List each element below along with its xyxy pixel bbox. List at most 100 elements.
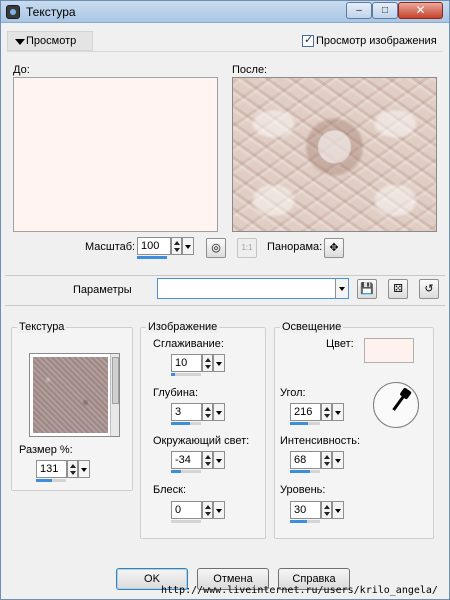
level-slider[interactable]: [290, 520, 320, 523]
angle-input[interactable]: 216: [290, 403, 321, 421]
size-slider[interactable]: [36, 479, 66, 482]
title-bar[interactable]: Текстура – □ ✕: [1, 1, 449, 23]
preview-toggle-label: Просмотр: [26, 35, 77, 47]
level-stepper[interactable]: [321, 501, 332, 519]
before-label: До:: [13, 64, 30, 76]
save-preset-button[interactable]: 💾: [357, 279, 377, 299]
preview-toggle-button[interactable]: Просмотр: [7, 31, 93, 51]
texture-swatch-scrollbar[interactable]: [110, 354, 119, 436]
ambience-slider[interactable]: [171, 470, 201, 473]
maximize-button[interactable]: □: [372, 2, 398, 19]
arrow-down-icon: [205, 365, 211, 369]
chevron-down-icon[interactable]: [335, 279, 348, 298]
shine-slider[interactable]: [171, 520, 201, 523]
shine-dropdown[interactable]: [213, 501, 225, 519]
size-input[interactable]: 131: [36, 460, 67, 478]
actual-size-button[interactable]: 1:1: [237, 238, 257, 258]
zoom-spinner[interactable]: 100: [137, 237, 197, 259]
angle-dial[interactable]: [373, 382, 419, 428]
pan-button[interactable]: ✥: [324, 238, 344, 258]
dial-needle-icon: [392, 391, 408, 411]
smoothing-input[interactable]: 10: [171, 354, 202, 372]
shine-stepper[interactable]: [202, 501, 213, 519]
shine-spinner[interactable]: 0: [171, 501, 227, 523]
depth-input[interactable]: 3: [171, 403, 202, 421]
color-label: Цвет:: [326, 338, 354, 350]
zoom-dropdown[interactable]: [182, 237, 194, 255]
angle-slider[interactable]: [290, 422, 320, 425]
size-dropdown[interactable]: [78, 460, 90, 478]
angle-dropdown[interactable]: [332, 403, 344, 421]
ambience-label: Окружающий свет:: [153, 435, 250, 447]
depth-slider-fill: [171, 422, 190, 425]
show-preview-checkbox[interactable]: [302, 33, 314, 47]
level-spinner[interactable]: 30: [290, 501, 346, 523]
smoothing-slider[interactable]: [171, 373, 201, 376]
texture-dialog: Текстура – □ ✕ Просмотр Просмотр изображ…: [0, 0, 450, 600]
ambience-stepper[interactable]: [202, 451, 213, 469]
size-slider-fill: [36, 479, 52, 482]
level-slider-fill: [290, 520, 307, 523]
window-title: Текстура: [26, 5, 76, 19]
depth-stepper[interactable]: [202, 403, 213, 421]
smoothing-label: Сглаживание:: [153, 338, 224, 350]
move-icon: ✥: [329, 242, 339, 254]
angle-spinner[interactable]: 216: [290, 403, 346, 425]
texture-swatch-picker[interactable]: [29, 353, 120, 437]
size-spinner[interactable]: 131: [36, 460, 92, 482]
smoothing-dropdown[interactable]: [213, 354, 225, 372]
intensity-stepper[interactable]: [321, 451, 332, 469]
crosshair-icon: ◎: [211, 242, 221, 254]
arrow-down-icon: [324, 462, 330, 466]
ambience-dropdown[interactable]: [213, 451, 225, 469]
randomize-button[interactable]: ⚄: [388, 279, 408, 299]
depth-slider[interactable]: [171, 422, 201, 425]
after-label: После:: [232, 64, 268, 76]
light-color-swatch[interactable]: [364, 338, 414, 363]
zoom-slider[interactable]: [137, 256, 167, 259]
close-button[interactable]: ✕: [398, 2, 443, 19]
intensity-slider[interactable]: [290, 470, 320, 473]
ambience-spinner[interactable]: -34: [171, 451, 227, 473]
arrow-up-icon: [324, 455, 330, 459]
watermark-url: http://www.liveinternet.ru/users/krilo_a…: [161, 585, 438, 596]
zoom-slider-fill: [137, 256, 167, 259]
close-icon: ✕: [415, 3, 426, 17]
arrow-down-icon: [324, 512, 330, 516]
zoom-stepper[interactable]: [171, 237, 182, 255]
depth-spinner[interactable]: 3: [171, 403, 227, 425]
depth-dropdown[interactable]: [213, 403, 225, 421]
zoom-input[interactable]: 100: [137, 237, 171, 255]
dice-icon: ⚄: [393, 283, 403, 295]
arrow-down-icon: [205, 414, 211, 418]
angle-slider-fill: [290, 422, 308, 425]
pan-label: Панорама:: [267, 241, 323, 253]
show-preview-label[interactable]: Просмотр изображения: [316, 35, 437, 47]
reset-button[interactable]: ↺: [419, 279, 439, 299]
arrow-up-icon: [205, 505, 211, 509]
shine-input[interactable]: 0: [171, 501, 202, 519]
after-preview-image[interactable]: [232, 77, 437, 232]
arrow-down-icon: [205, 462, 211, 466]
before-preview-image[interactable]: [13, 77, 218, 232]
intensity-input[interactable]: 68: [290, 451, 321, 469]
arrow-up-icon: [205, 407, 211, 411]
level-dropdown[interactable]: [332, 501, 344, 519]
minimize-button[interactable]: –: [346, 2, 372, 19]
lighting-group-title: Освещение: [280, 321, 344, 333]
smoothing-spinner[interactable]: 10: [171, 354, 227, 376]
angle-stepper[interactable]: [321, 403, 332, 421]
level-input[interactable]: 30: [290, 501, 321, 519]
smoothing-stepper[interactable]: [202, 354, 213, 372]
intensity-dropdown[interactable]: [332, 451, 344, 469]
divider: [5, 305, 445, 306]
intensity-slider-fill: [290, 470, 310, 473]
intensity-spinner[interactable]: 68: [290, 451, 346, 473]
angle-label: Угол:: [280, 387, 306, 399]
params-preset-select[interactable]: [157, 278, 349, 299]
ambience-input[interactable]: -34: [171, 451, 202, 469]
zoom-fit-button[interactable]: ◎: [206, 238, 226, 258]
arrow-up-icon: [174, 241, 180, 245]
size-stepper[interactable]: [67, 460, 78, 478]
texture-swatch-image[interactable]: [33, 357, 108, 433]
